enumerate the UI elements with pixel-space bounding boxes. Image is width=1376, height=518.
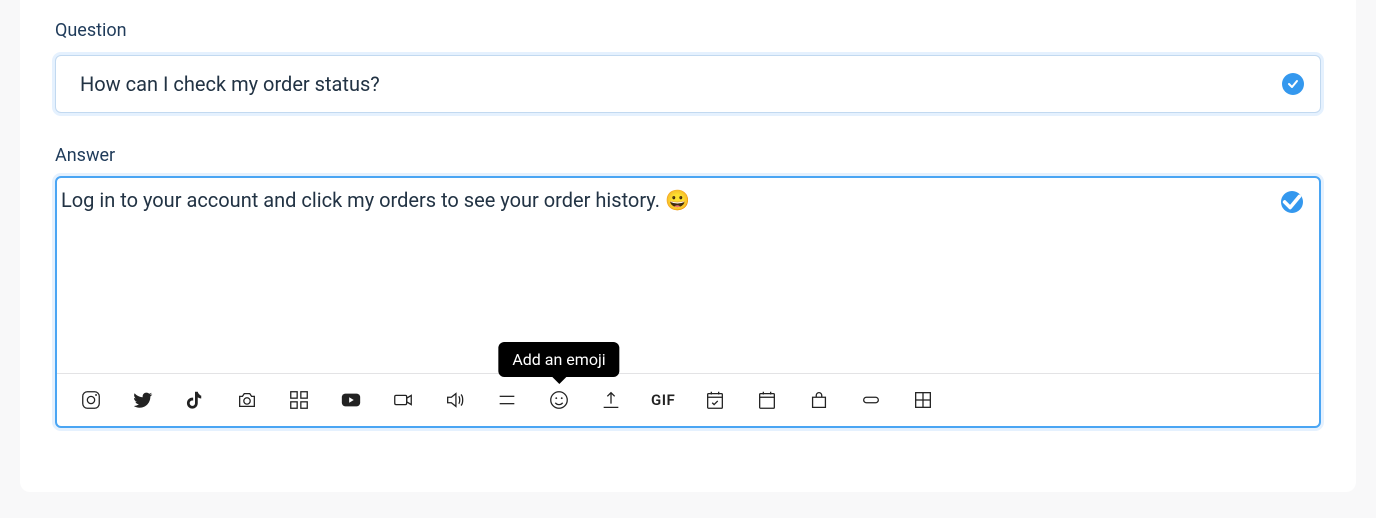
gallery-icon[interactable] [287, 388, 311, 412]
answer-emoji: 😀 [665, 188, 690, 212]
answer-label: Answer [55, 145, 1321, 166]
instagram-icon[interactable] [79, 388, 103, 412]
question-valid-icon [1282, 73, 1304, 95]
store-icon[interactable] [807, 388, 831, 412]
pill-icon[interactable] [859, 388, 883, 412]
video-icon[interactable] [391, 388, 415, 412]
camera-icon[interactable] [235, 388, 259, 412]
tiktok-icon[interactable] [183, 388, 207, 412]
editor-toolbar: Add an emoji GIF [57, 373, 1319, 426]
upload-icon[interactable] [599, 388, 623, 412]
emoji-icon[interactable]: Add an emoji [547, 388, 571, 412]
gif-icon[interactable]: GIF [651, 388, 675, 412]
emoji-tooltip: Add an emoji [498, 342, 619, 377]
youtube-icon[interactable] [339, 388, 363, 412]
question-input[interactable] [56, 56, 1320, 112]
form-card: Question Answer Log in to your account a… [20, 0, 1356, 492]
event-icon[interactable] [703, 388, 727, 412]
spacer-icon[interactable] [495, 388, 519, 412]
answer-textarea[interactable]: Log in to your account and click my orde… [57, 178, 1319, 373]
answer-field-wrap: Log in to your account and click my orde… [55, 176, 1321, 428]
grid-icon[interactable] [911, 388, 935, 412]
question-field-wrap [55, 55, 1321, 113]
twitter-icon[interactable] [131, 388, 155, 412]
calendar-icon[interactable] [755, 388, 779, 412]
audio-icon[interactable] [443, 388, 467, 412]
question-label: Question [55, 20, 1321, 41]
answer-valid-icon [1281, 191, 1303, 213]
answer-content: Log in to your account and click my orde… [61, 188, 665, 212]
